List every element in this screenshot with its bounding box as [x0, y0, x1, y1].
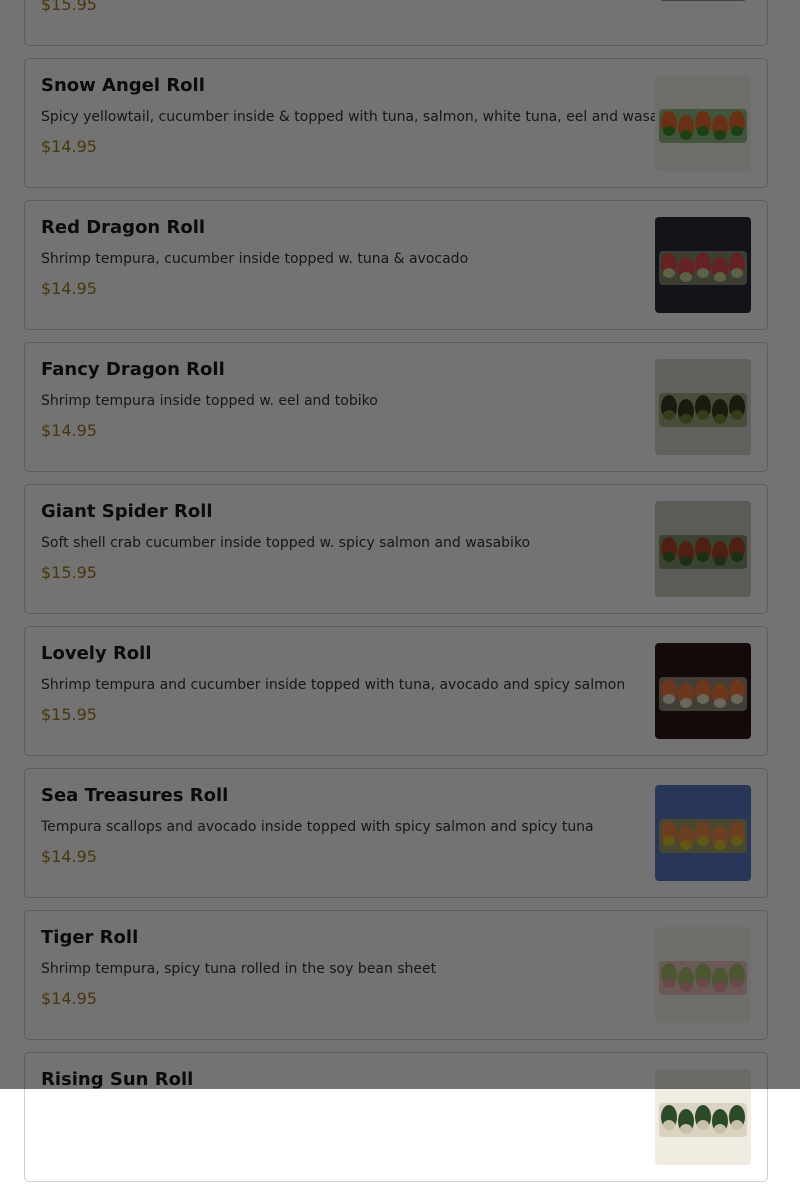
menu-item-photo[interactable] [655, 0, 751, 29]
menu-item-name: Fancy Dragon Roll [41, 359, 225, 380]
menu-item-card[interactable]: Red Dragon Roll Shrimp tempura, cucumber … [24, 200, 768, 330]
menu-item-name: Red Dragon Roll [41, 217, 206, 238]
menu-item-price: $15.95 [41, 563, 97, 582]
menu-item-photo[interactable] [655, 643, 751, 739]
sushi-roll-icon [655, 643, 751, 739]
menu-item-price: $15.95 [41, 705, 97, 724]
sushi-roll-icon [655, 75, 751, 171]
menu-item-card[interactable]: Snow Angel Roll Spicy yellowtail, cucumbe… [24, 58, 768, 188]
menu-item-name: Lovely Roll [41, 643, 152, 664]
menu-item-name: Tiger Roll [41, 927, 139, 948]
menu-item-price: $14.95 [41, 279, 97, 298]
menu-item-name: Giant Spider Roll [41, 501, 213, 522]
menu-item-card[interactable]: $15.95 [24, 0, 768, 46]
menu-item-photo[interactable] [655, 501, 751, 597]
sushi-roll-icon [655, 217, 751, 313]
menu-item-list: $15.95 Snow Angel Roll Spicy yellowtail, c… [24, 0, 768, 1194]
menu-item-photo[interactable] [655, 359, 751, 455]
sushi-roll-icon [655, 1069, 751, 1165]
menu-item-description: Shrimp tempura inside topped w. eel and … [41, 393, 378, 409]
menu-item-price: $15.95 [41, 0, 97, 14]
menu-item-photo[interactable] [655, 217, 751, 313]
menu-item-description: Spicy yellowtail, cucumber inside & topp… [41, 109, 688, 125]
menu-item-name: Sea Treasures Roll [41, 785, 229, 806]
menu-item-card[interactable]: Lovely Roll Shrimp tempura and cucumber i… [24, 626, 768, 756]
sushi-roll-icon [655, 0, 751, 29]
menu-item-price: $14.95 [41, 137, 97, 156]
menu-item-card[interactable]: Rising Sun Roll [24, 1052, 768, 1182]
menu-item-name: Snow Angel Roll [41, 75, 205, 96]
menu-item-photo[interactable] [655, 927, 751, 1023]
menu-item-name: Rising Sun Roll [41, 1069, 194, 1090]
menu-item-card[interactable]: Fancy Dragon Roll Shrimp tempura inside t… [24, 342, 768, 472]
menu-item-description: Soft shell crab cucumber inside topped w… [41, 535, 531, 551]
sushi-roll-icon [655, 501, 751, 597]
menu-item-description: Shrimp tempura, cucumber inside topped w… [41, 251, 469, 267]
sushi-roll-icon [655, 785, 751, 881]
menu-item-photo[interactable] [655, 75, 751, 171]
menu-item-price: $14.95 [41, 421, 97, 440]
sushi-roll-icon [655, 927, 751, 1023]
menu-item-photo[interactable] [655, 785, 751, 881]
menu-item-photo[interactable] [655, 1069, 751, 1165]
menu-item-price: $14.95 [41, 989, 97, 1008]
menu-item-card[interactable]: Sea Treasures Roll Tempura scallops and a… [24, 768, 768, 898]
menu-item-card[interactable]: Giant Spider Roll Soft shell crab cucumbe… [24, 484, 768, 614]
menu-item-description: Tempura scallops and avocado inside topp… [41, 819, 594, 835]
menu-item-description: Shrimp tempura, spicy tuna rolled in the… [41, 961, 437, 977]
menu-item-card[interactable]: Tiger Roll Shrimp tempura, spicy tuna rol… [24, 910, 768, 1040]
menu-item-description: Shrimp tempura and cucumber inside toppe… [41, 677, 626, 693]
sushi-roll-icon [655, 359, 751, 455]
menu-item-price: $14.95 [41, 847, 97, 866]
